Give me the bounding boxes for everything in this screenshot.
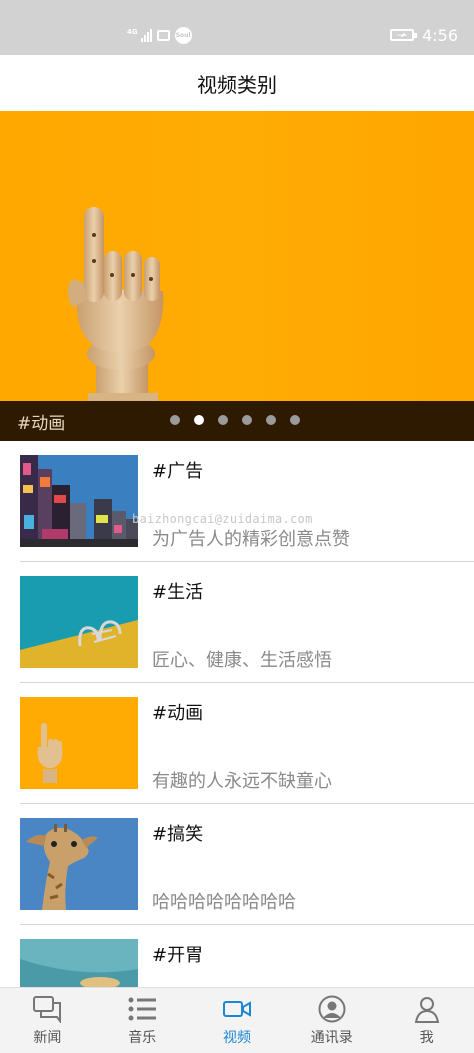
page-title: 视频类别	[197, 72, 277, 97]
tab-label: 新闻	[33, 1030, 62, 1046]
network-type: 4G	[127, 27, 138, 36]
tab-music[interactable]: 音乐	[95, 988, 190, 1053]
item-description: 匠心、健康、生活感悟	[152, 650, 332, 671]
item-title: #搞笑	[152, 824, 204, 845]
chat-icon	[33, 996, 62, 1023]
wooden-hand-image	[0, 111, 474, 441]
item-title: #开胃	[152, 945, 204, 966]
pool-ladder-thumbnail	[20, 576, 138, 668]
status-left: 4G Soul	[127, 24, 192, 46]
carousel-dot[interactable]	[242, 415, 252, 425]
video-icon	[222, 1001, 251, 1017]
tab-me[interactable]: 我	[379, 988, 474, 1053]
tab-label: 视频	[222, 1030, 251, 1046]
status-time: 4:56	[422, 25, 458, 45]
banner-carousel[interactable]: #动画	[0, 111, 474, 441]
message-icon	[156, 29, 170, 41]
list-item-animation[interactable]: #动画 有趣的人永远不缺童心	[20, 683, 474, 804]
title-bar: 视频类别	[0, 55, 474, 111]
carousel-dot[interactable]	[290, 415, 300, 425]
carousel-dot[interactable]	[266, 415, 276, 425]
tab-label: 我	[419, 1030, 434, 1046]
banner-caption-bar: #动画	[0, 401, 474, 441]
bottom-tab-bar: 新闻 音乐 视频 通讯录 我	[0, 987, 474, 1053]
tab-news[interactable]: 新闻	[0, 988, 95, 1053]
list-item-life[interactable]: #生活 匠心、健康、生活感悟	[20, 562, 474, 683]
carousel-dot[interactable]	[170, 415, 180, 425]
tab-video[interactable]: 视频	[190, 988, 285, 1053]
person-icon	[414, 997, 439, 1023]
carousel-dot[interactable]	[218, 415, 228, 425]
carousel-dot-active[interactable]	[194, 415, 204, 425]
contacts-icon	[318, 995, 346, 1023]
list-item-funny[interactable]: #搞笑 哈哈哈哈哈哈哈哈	[20, 804, 474, 925]
item-title: #生活	[152, 582, 204, 603]
item-description: 有趣的人永远不缺童心	[152, 771, 332, 792]
carousel-indicator[interactable]	[170, 415, 300, 425]
banner-caption: #动画	[17, 414, 66, 434]
status-bar: 4G Soul 4:56	[0, 0, 474, 55]
tab-label: 音乐	[128, 1030, 157, 1046]
signal-icon: 4G	[127, 27, 152, 42]
item-title: #广告	[152, 461, 204, 482]
list-item-appetizer[interactable]: #开胃	[20, 925, 474, 987]
item-description: 为广告人的精彩创意点赞	[152, 529, 350, 550]
list-item-ads[interactable]: #广告 为广告人的精彩创意点赞	[20, 441, 474, 562]
soul-app-icon: Soul	[174, 26, 192, 44]
item-description: 哈哈哈哈哈哈哈哈	[152, 892, 296, 913]
status-right: 4:56	[390, 23, 458, 47]
list-icon	[128, 997, 157, 1021]
tab-label: 通讯录	[310, 1030, 353, 1046]
tab-contacts[interactable]: 通讯录	[284, 988, 379, 1053]
giraffe-thumbnail	[20, 818, 138, 910]
food-thumbnail	[20, 939, 138, 987]
battery-icon	[390, 29, 418, 41]
watermark-text: baizhongcai@zuidaima.com	[132, 512, 313, 526]
city-thumbnail	[20, 455, 138, 547]
item-title: #动画	[152, 703, 204, 724]
wooden-hand-thumbnail	[20, 697, 138, 789]
